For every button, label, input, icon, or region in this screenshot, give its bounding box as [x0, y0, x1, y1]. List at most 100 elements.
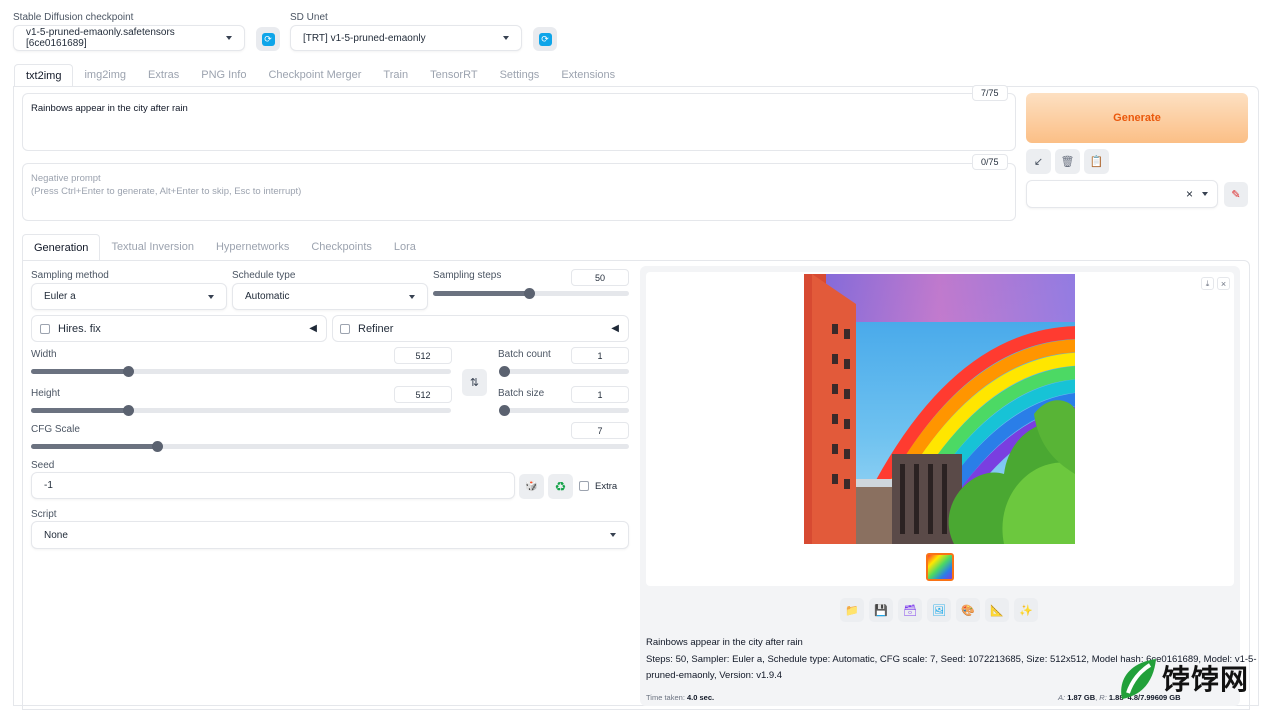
styles-select[interactable]: × [1026, 180, 1218, 208]
tab-checkpoints[interactable]: Checkpoints [300, 234, 383, 260]
prompt-token-counter: 7/75 [972, 85, 1008, 101]
refiner-accordion[interactable]: Refiner ◀ [332, 315, 629, 342]
generated-image[interactable] [804, 274, 1075, 544]
batch-size-input[interactable]: 1 [571, 386, 629, 403]
palette-icon: 🎨 [961, 604, 975, 617]
zip-button[interactable]: 🗃 [898, 598, 922, 622]
width-input[interactable]: 512 [394, 347, 452, 364]
checkpoint-select[interactable]: v1-5-pruned-emaonly.safetensors [6ce0161… [13, 25, 245, 51]
generate-button[interactable]: Generate [1026, 93, 1248, 143]
sampling-steps-input[interactable]: 50 [571, 269, 629, 286]
batch-count-label: Batch count [498, 349, 551, 360]
height-label: Height [31, 388, 60, 399]
hires-fix-output-button[interactable]: ✨ [1014, 598, 1038, 622]
tab-tensorrt[interactable]: TensorRT [419, 64, 488, 86]
negative-token-counter: 0/75 [972, 154, 1008, 170]
swap-dimensions-button[interactable]: ⇅ [462, 369, 487, 396]
tab-train[interactable]: Train [372, 64, 419, 86]
prompt-textarea[interactable]: Rainbows appear in the city after rain [22, 93, 1016, 151]
negative-prompt-textarea[interactable]: Negative prompt (Press Ctrl+Enter to gen… [22, 163, 1016, 221]
clear-prompt-button[interactable]: 🗑 [1055, 149, 1080, 174]
watermark-text: 饽饽网 [1162, 663, 1250, 696]
leaf-logo-icon [1121, 659, 1156, 699]
hires-fix-checkbox[interactable] [40, 323, 50, 334]
sampling-method-value: Euler a [44, 291, 76, 302]
cfg-scale-slider[interactable] [31, 441, 629, 452]
time-taken-label: Time taken: [646, 693, 685, 702]
paste-style-button[interactable]: 📋 [1084, 149, 1109, 174]
edit-styles-button[interactable]: ✎ [1224, 182, 1248, 207]
batch-count-input[interactable]: 1 [571, 347, 629, 364]
checkpoint-value: v1-5-pruned-emaonly.safetensors [6ce0161… [26, 27, 175, 49]
generate-label: Generate [1113, 112, 1161, 124]
send-to-img2img-button[interactable]: 🖼 [927, 598, 951, 622]
tab-settings[interactable]: Settings [489, 64, 551, 86]
ruler-triangle-icon: 📐 [990, 604, 1004, 617]
clear-icon[interactable]: × [1186, 187, 1193, 201]
close-icon[interactable]: × [1217, 277, 1230, 290]
refresh-unet-button[interactable]: ⟳ [533, 27, 557, 51]
send-to-extras-button[interactable]: 📐 [985, 598, 1009, 622]
sampling-method-select[interactable]: Euler a [31, 283, 227, 310]
unet-select[interactable]: [TRT] v1-5-pruned-emaonly [290, 25, 522, 51]
refiner-label: Refiner [358, 322, 394, 335]
script-select[interactable]: None [31, 521, 629, 549]
width-slider[interactable] [31, 366, 451, 377]
checkpoint-label: Stable Diffusion checkpoint [13, 12, 134, 23]
schedule-type-select[interactable]: Automatic [232, 283, 428, 310]
height-input[interactable]: 512 [394, 386, 452, 403]
script-label: Script [31, 509, 57, 520]
read-params-button[interactable]: ↙ [1026, 149, 1051, 174]
output-prompt-text: Rainbows appear in the city after rain [646, 637, 803, 648]
tab-png-info[interactable]: PNG Info [190, 64, 257, 86]
tab-checkpoint-merger[interactable]: Checkpoint Merger [257, 64, 372, 86]
collapse-arrow-icon: ◀ [611, 323, 619, 334]
sampling-steps-slider[interactable] [433, 288, 629, 299]
sampling-method-label: Sampling method [31, 270, 109, 281]
seed-input[interactable]: -1 [31, 472, 515, 499]
arrow-down-left-icon: ↙ [1033, 156, 1044, 168]
random-seed-button[interactable]: 🎲 [519, 474, 544, 499]
floppy-icon: 💾 [874, 604, 888, 617]
schedule-type-label: Schedule type [232, 270, 296, 281]
sampling-steps-label: Sampling steps [433, 270, 502, 281]
batch-size-slider[interactable] [499, 405, 629, 416]
tab-textual-inversion[interactable]: Textual Inversion [100, 234, 205, 260]
height-slider[interactable] [31, 405, 451, 416]
main-tabs: txt2img img2img Extras PNG Info Checkpoi… [14, 64, 626, 86]
dice-icon: 🎲 [525, 481, 538, 492]
clipboard-icon: 📋 [1089, 156, 1104, 168]
chevron-down-icon [1202, 192, 1208, 196]
swap-icon: ⇅ [469, 377, 480, 389]
archive-icon: 🗃 [903, 604, 917, 617]
batch-count-slider[interactable] [499, 366, 629, 377]
refresh-icon: ⟳ [538, 32, 552, 46]
hires-fix-accordion[interactable]: Hires. fix ◀ [31, 315, 327, 342]
send-to-inpaint-button[interactable]: 🎨 [956, 598, 980, 622]
pencil-icon: ✎ [1231, 189, 1241, 201]
open-folder-button[interactable]: 📁 [840, 598, 864, 622]
time-taken-value: 4.0 sec. [687, 693, 715, 702]
negative-placeholder-1: Negative prompt [31, 173, 101, 184]
hires-fix-label: Hires. fix [58, 322, 101, 335]
tab-lora[interactable]: Lora [383, 234, 427, 260]
tab-extras[interactable]: Extras [137, 64, 190, 86]
download-icon[interactable]: ⤓ [1201, 277, 1214, 290]
width-label: Width [31, 349, 57, 360]
tab-txt2img[interactable]: txt2img [14, 64, 74, 86]
save-button[interactable]: 💾 [869, 598, 893, 622]
output-params-line-2: pruned-emaonly, Version: v1.9.4 [646, 670, 783, 681]
tab-img2img[interactable]: img2img [73, 64, 137, 86]
tab-extensions[interactable]: Extensions [550, 64, 626, 86]
folder-icon: 📁 [845, 604, 859, 617]
gallery-thumbnail[interactable] [926, 553, 954, 581]
refiner-checkbox[interactable] [340, 323, 350, 334]
tab-hypernetworks[interactable]: Hypernetworks [205, 234, 300, 260]
reuse-seed-button[interactable]: ♻ [548, 474, 573, 499]
seed-extra-checkbox[interactable] [579, 481, 589, 491]
refresh-checkpoint-button[interactable]: ⟳ [256, 27, 280, 51]
tab-generation[interactable]: Generation [22, 234, 101, 260]
cfg-scale-input[interactable]: 7 [571, 422, 629, 439]
seed-extra-label: Extra [595, 481, 618, 492]
schedule-type-value: Automatic [245, 291, 290, 302]
